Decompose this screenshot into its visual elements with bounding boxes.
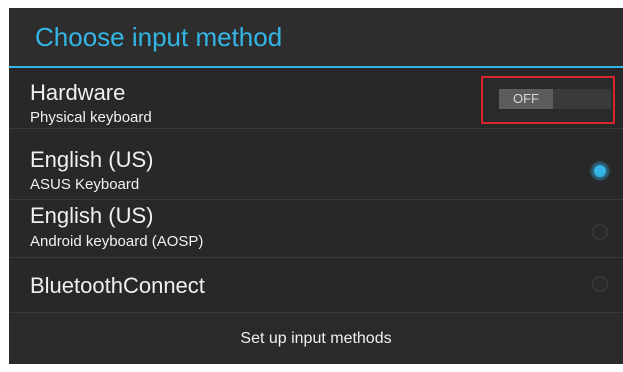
setup-button-label: Set up input methods [240,330,392,347]
method-subtitle: ASUS Keyboard [30,176,140,193]
radio-selected-icon[interactable] [592,163,608,179]
hardware-title: Hardware [30,80,126,105]
input-method-dialog: Choose input method Hardware Physical ke… [9,8,623,364]
method-row-aosp[interactable]: English (US) Android keyboard (AOSP) [9,197,623,258]
method-subtitle: Android keyboard (AOSP) [30,233,204,250]
method-title: English (US) [30,203,154,228]
radio-unselected-icon[interactable] [592,276,608,292]
hardware-toggle-highlight: OFF [481,76,615,124]
radio-unselected-icon[interactable] [592,224,608,240]
hardware-toggle-thumb: OFF [499,89,553,109]
hardware-subtitle: Physical keyboard [30,109,152,126]
hardware-toggle[interactable]: OFF [499,89,611,109]
method-row-asus[interactable]: English (US) ASUS Keyboard [9,139,623,200]
setup-input-methods-button[interactable]: Set up input methods [9,312,623,364]
method-title: BluetoothConnect [30,273,205,298]
method-row-bluetooth[interactable]: BluetoothConnect [9,256,623,312]
dialog-title: Choose input method [35,22,283,52]
dialog-title-bar: Choose input method [9,8,623,68]
method-title: English (US) [30,147,154,172]
